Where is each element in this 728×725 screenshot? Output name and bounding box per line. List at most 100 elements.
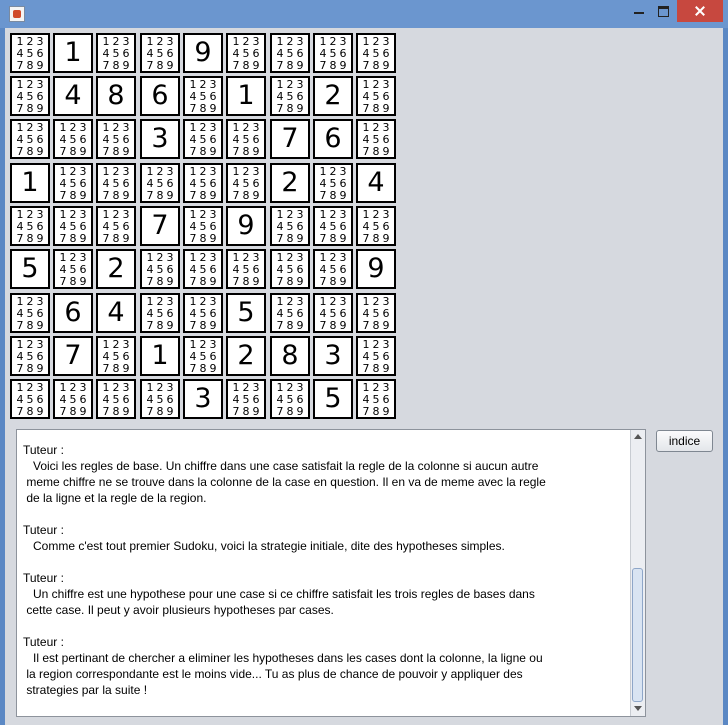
- hint-button[interactable]: indice: [656, 430, 713, 452]
- sudoku-cell[interactable]: 123456789: [140, 379, 180, 419]
- sudoku-cell[interactable]: 123456789: [53, 206, 93, 246]
- hypothesis-digit: 8: [286, 232, 294, 245]
- sudoku-cell[interactable]: 123456789: [270, 76, 310, 116]
- sudoku-cell[interactable]: 123456789: [10, 206, 50, 246]
- sudoku-cell[interactable]: 123456789: [270, 33, 310, 73]
- vertical-scrollbar[interactable]: [630, 430, 645, 716]
- sudoku-cell[interactable]: 123456789: [140, 163, 180, 203]
- sudoku-cell[interactable]: 8: [270, 336, 310, 376]
- sudoku-cell[interactable]: 2: [270, 163, 310, 203]
- sudoku-cell[interactable]: 123456789: [313, 163, 353, 203]
- hypothesis-grid: 123456789: [142, 165, 178, 202]
- sudoku-cell[interactable]: 7: [140, 206, 180, 246]
- sudoku-cell[interactable]: 123456789: [270, 293, 310, 333]
- sudoku-cell[interactable]: 123456789: [183, 206, 223, 246]
- sudoku-cell[interactable]: 3: [313, 336, 353, 376]
- sudoku-cell[interactable]: 123456789: [356, 119, 396, 159]
- hypothesis-grid: 123456789: [142, 35, 178, 72]
- sudoku-cell[interactable]: 123456789: [313, 33, 353, 73]
- sudoku-cell[interactable]: 123456789: [226, 163, 266, 203]
- sudoku-cell[interactable]: 123456789: [356, 206, 396, 246]
- sudoku-cell[interactable]: 123456789: [270, 379, 310, 419]
- sudoku-cell[interactable]: 123456789: [96, 163, 136, 203]
- sudoku-cell[interactable]: 2: [226, 336, 266, 376]
- sudoku-cell[interactable]: 3: [183, 379, 223, 419]
- sudoku-cell[interactable]: 123456789: [96, 206, 136, 246]
- sudoku-cell[interactable]: 4: [356, 163, 396, 203]
- maximize-button[interactable]: [648, 0, 678, 22]
- sudoku-cell[interactable]: 123456789: [356, 33, 396, 73]
- sudoku-cell[interactable]: 123456789: [226, 33, 266, 73]
- sudoku-cell[interactable]: 123456789: [53, 249, 93, 289]
- sudoku-cell[interactable]: 2: [313, 76, 353, 116]
- hypothesis-digit: 9: [339, 232, 347, 245]
- close-button[interactable]: [677, 0, 723, 22]
- sudoku-cell[interactable]: 123456789: [356, 76, 396, 116]
- sudoku-cell[interactable]: 6: [140, 76, 180, 116]
- sudoku-cell[interactable]: 9: [183, 33, 223, 73]
- sudoku-cell[interactable]: 123456789: [10, 119, 50, 159]
- sudoku-cell[interactable]: 123456789: [10, 76, 50, 116]
- sudoku-cell[interactable]: 5: [10, 249, 50, 289]
- sudoku-cell[interactable]: 1: [10, 163, 50, 203]
- sudoku-cell[interactable]: 123456789: [356, 379, 396, 419]
- sudoku-cell[interactable]: 7: [53, 336, 93, 376]
- sudoku-cell[interactable]: 4: [53, 76, 93, 116]
- sudoku-cell[interactable]: 6: [53, 293, 93, 333]
- sudoku-cell[interactable]: 123456789: [226, 249, 266, 289]
- scroll-up-arrow-icon[interactable]: [631, 430, 645, 444]
- sudoku-cell[interactable]: 5: [313, 379, 353, 419]
- sudoku-cell[interactable]: 123456789: [356, 293, 396, 333]
- hypothesis-digit: 9: [166, 275, 174, 288]
- sudoku-cell[interactable]: 6: [313, 119, 353, 159]
- sudoku-cell[interactable]: 7: [270, 119, 310, 159]
- sudoku-cell[interactable]: 123456789: [270, 206, 310, 246]
- sudoku-cell[interactable]: 123456789: [226, 379, 266, 419]
- sudoku-cell[interactable]: 123456789: [313, 249, 353, 289]
- sudoku-cell[interactable]: 1: [140, 336, 180, 376]
- sudoku-cell[interactable]: 123456789: [96, 33, 136, 73]
- sudoku-cell[interactable]: 2: [96, 249, 136, 289]
- hypothesis-grid: 123456789: [272, 78, 308, 115]
- sudoku-cell[interactable]: 123456789: [53, 163, 93, 203]
- sudoku-cell[interactable]: 123456789: [10, 293, 50, 333]
- sudoku-cell[interactable]: 123456789: [10, 379, 50, 419]
- sudoku-cell[interactable]: 123456789: [96, 336, 136, 376]
- sudoku-cell[interactable]: 123456789: [140, 293, 180, 333]
- sudoku-cell[interactable]: 123456789: [183, 163, 223, 203]
- sudoku-cell[interactable]: 123456789: [313, 206, 353, 246]
- tutor-text-area[interactable]: Tuteur : Voici les regles de base. Un ch…: [16, 429, 646, 717]
- sudoku-cell[interactable]: 123456789: [140, 249, 180, 289]
- sudoku-cell[interactable]: 123456789: [183, 249, 223, 289]
- sudoku-cell[interactable]: 123456789: [183, 119, 223, 159]
- sudoku-cell[interactable]: 8: [96, 76, 136, 116]
- sudoku-cell[interactable]: 4: [96, 293, 136, 333]
- hypothesis-digit: 7: [232, 405, 240, 418]
- sudoku-cell[interactable]: 123456789: [140, 33, 180, 73]
- hypothesis-digit: 7: [276, 275, 284, 288]
- sudoku-cell[interactable]: 1: [53, 33, 93, 73]
- sudoku-cell[interactable]: 123456789: [183, 336, 223, 376]
- sudoku-cell[interactable]: 123456789: [10, 33, 50, 73]
- scroll-thumb[interactable]: [632, 568, 643, 702]
- sudoku-cell[interactable]: 123456789: [183, 293, 223, 333]
- sudoku-cell[interactable]: 123456789: [53, 379, 93, 419]
- sudoku-cell[interactable]: 9: [226, 206, 266, 246]
- sudoku-cell[interactable]: 123456789: [10, 336, 50, 376]
- hypothesis-grid: 123456789: [142, 251, 178, 288]
- sudoku-cell[interactable]: 5: [226, 293, 266, 333]
- sudoku-cell[interactable]: 1: [226, 76, 266, 116]
- sudoku-cell[interactable]: 123456789: [53, 119, 93, 159]
- hypothesis-grid: 123456789: [12, 35, 48, 72]
- sudoku-cell[interactable]: 123456789: [226, 119, 266, 159]
- sudoku-cell[interactable]: 123456789: [270, 249, 310, 289]
- sudoku-cell[interactable]: 123456789: [183, 76, 223, 116]
- sudoku-cell[interactable]: 123456789: [96, 119, 136, 159]
- sudoku-cell[interactable]: 123456789: [96, 379, 136, 419]
- scroll-down-arrow-icon[interactable]: [631, 702, 645, 716]
- sudoku-cell[interactable]: 123456789: [356, 336, 396, 376]
- sudoku-cell[interactable]: 123456789: [313, 293, 353, 333]
- hypothesis-digit: 8: [156, 189, 164, 202]
- sudoku-cell[interactable]: 3: [140, 119, 180, 159]
- sudoku-cell[interactable]: 9: [356, 249, 396, 289]
